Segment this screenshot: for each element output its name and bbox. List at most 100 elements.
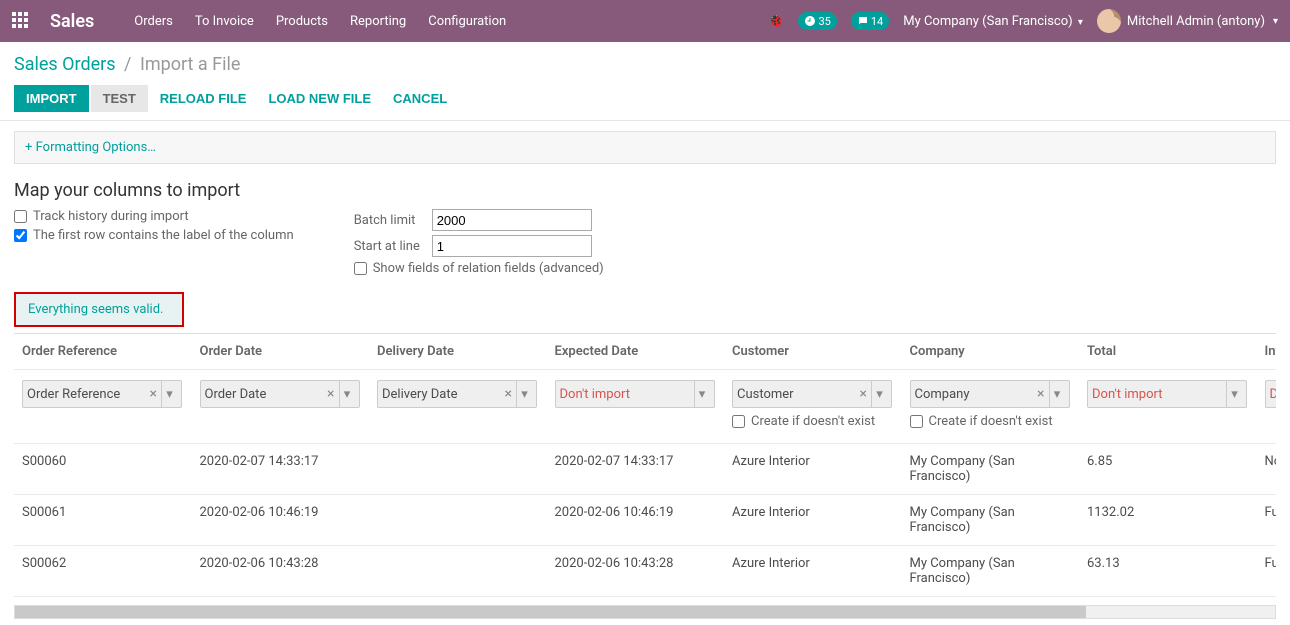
validation-message: Everything seems valid. bbox=[28, 302, 163, 317]
column-header: Company bbox=[902, 334, 1080, 370]
company-switcher[interactable]: My Company (San Francisco) ▾ bbox=[903, 14, 1083, 29]
table-row: S000612020-02-06 10:46:192020-02-06 10:4… bbox=[14, 495, 1276, 546]
column-header: Customer bbox=[724, 334, 902, 370]
chevron-down-icon[interactable]: ▾ bbox=[1226, 381, 1242, 407]
user-name: Mitchell Admin (antony) bbox=[1127, 14, 1265, 29]
map-columns-title: Map your columns to import bbox=[14, 180, 1276, 201]
field-map-cell: Order Date× ▾ bbox=[192, 370, 370, 444]
field-map-cell: Company×▾Create if doesn't exist bbox=[902, 370, 1080, 444]
chevron-down-icon[interactable]: ▾ bbox=[1049, 381, 1065, 407]
debug-icon[interactable]: 🐞 bbox=[767, 13, 784, 29]
messaging-pill[interactable]: 14 bbox=[851, 12, 889, 30]
track-history-label: Track history during import bbox=[33, 209, 189, 224]
menu-configuration[interactable]: Configuration bbox=[428, 14, 506, 29]
horizontal-scrollbar[interactable] bbox=[14, 605, 1276, 619]
cancel-button[interactable]: Cancel bbox=[383, 85, 457, 112]
field-map-value: Order Date bbox=[205, 387, 324, 402]
table-cell: Azure Interior bbox=[724, 495, 902, 546]
table-cell: S00061 bbox=[14, 495, 192, 546]
clear-icon[interactable]: × bbox=[327, 386, 334, 402]
column-header: Delivery Date bbox=[369, 334, 547, 370]
table-cell: 6.85 bbox=[1079, 444, 1257, 495]
field-map-value: Don't import bbox=[1092, 387, 1222, 402]
show-fields-label: Show fields of relation fields (advanced… bbox=[373, 261, 604, 276]
nav-menu: Orders To Invoice Products Reporting Con… bbox=[134, 14, 506, 29]
create-if-missing-checkbox[interactable] bbox=[910, 415, 923, 428]
menu-orders[interactable]: Orders bbox=[134, 14, 173, 29]
clear-icon[interactable]: × bbox=[505, 386, 512, 402]
first-row-labels-label: The first row contains the label of the … bbox=[33, 228, 294, 243]
breadcrumb-current: Import a File bbox=[140, 54, 240, 75]
table-cell: 2020-02-07 14:33:17 bbox=[547, 444, 725, 495]
chevron-down-icon[interactable]: ▾ bbox=[516, 381, 532, 407]
table-cell: 1132.02 bbox=[1079, 495, 1257, 546]
field-map-select[interactable]: Don't import ▾ bbox=[555, 380, 715, 408]
start-at-line-input[interactable] bbox=[432, 235, 592, 257]
clear-icon[interactable]: × bbox=[150, 386, 157, 402]
table-cell: My Company (San Francisco) bbox=[902, 546, 1080, 597]
validation-status: Everything seems valid. bbox=[14, 292, 184, 327]
field-map-select[interactable]: Order Date× ▾ bbox=[200, 380, 360, 408]
field-map-value: Don't import bbox=[560, 387, 690, 402]
chevron-down-icon[interactable]: ▾ bbox=[161, 381, 177, 407]
table-cell bbox=[369, 495, 547, 546]
import-button[interactable]: Import bbox=[14, 85, 89, 112]
first-row-labels-checkbox[interactable] bbox=[14, 229, 27, 242]
column-header: Expected Date bbox=[547, 334, 725, 370]
table-cell: 2020-02-06 10:43:28 bbox=[192, 546, 370, 597]
batch-limit-input[interactable] bbox=[432, 209, 592, 231]
user-menu[interactable]: Mitchell Admin (antony) ▾ bbox=[1097, 9, 1278, 33]
field-map-value: Don't import bbox=[1270, 387, 1277, 402]
column-header: Invoice Status bbox=[1257, 334, 1277, 370]
chevron-down-icon[interactable]: ▾ bbox=[694, 381, 710, 407]
apps-icon[interactable] bbox=[12, 12, 30, 30]
avatar bbox=[1097, 9, 1121, 33]
show-fields-checkbox[interactable] bbox=[354, 262, 367, 275]
menu-reporting[interactable]: Reporting bbox=[350, 14, 406, 29]
load-new-file-button[interactable]: Load new file bbox=[258, 85, 381, 112]
action-buttons: Import Test Reload file Load new file Ca… bbox=[14, 85, 1276, 112]
field-map-cell: Customer×▾ Create if doesn't exist bbox=[724, 370, 902, 444]
create-if-missing-label: Create if doesn't exist bbox=[751, 414, 875, 429]
clock-icon bbox=[804, 15, 816, 27]
formatting-options-toggle[interactable]: + Formatting Options… bbox=[25, 140, 156, 155]
chevron-down-icon[interactable]: ▾ bbox=[339, 381, 355, 407]
field-map-select[interactable]: Delivery Date ×▾ bbox=[377, 380, 537, 408]
menu-to-invoice[interactable]: To Invoice bbox=[195, 14, 254, 29]
import-preview-table: Order ReferenceOrder DateDelivery DateEx… bbox=[14, 334, 1276, 597]
field-map-value: Order Reference bbox=[27, 387, 146, 402]
field-map-select[interactable]: Company×▾ bbox=[910, 380, 1070, 408]
field-map-cell: Don't import▾ bbox=[1257, 370, 1277, 444]
reload-file-button[interactable]: Reload file bbox=[150, 85, 257, 112]
clear-icon[interactable]: × bbox=[860, 386, 867, 402]
company-name: My Company (San Francisco) bbox=[903, 14, 1072, 29]
table-cell: My Company (San Francisco) bbox=[902, 444, 1080, 495]
track-history-checkbox[interactable] bbox=[14, 210, 27, 223]
menu-products[interactable]: Products bbox=[276, 14, 328, 29]
app-brand[interactable]: Sales bbox=[50, 11, 94, 32]
table-cell: My Company (San Francisco) bbox=[902, 495, 1080, 546]
table-cell: Azure Interior bbox=[724, 546, 902, 597]
chevron-down-icon[interactable]: ▾ bbox=[871, 381, 887, 407]
field-map-select[interactable]: Don't import ▾ bbox=[1087, 380, 1247, 408]
column-header: Order Reference bbox=[14, 334, 192, 370]
scrollbar-thumb[interactable] bbox=[15, 606, 1086, 618]
field-map-select[interactable]: Customer×▾ bbox=[732, 380, 892, 408]
create-if-missing-checkbox[interactable] bbox=[732, 415, 745, 428]
start-at-line-label: Start at line bbox=[354, 239, 424, 254]
field-map-cell: Order Reference ×▾ bbox=[14, 370, 192, 444]
breadcrumb-root[interactable]: Sales Orders bbox=[14, 54, 116, 75]
activity-pill[interactable]: 35 bbox=[798, 12, 836, 30]
create-if-missing-label: Create if doesn't exist bbox=[929, 414, 1053, 429]
clear-icon[interactable]: × bbox=[1037, 386, 1044, 402]
breadcrumb-separator: / bbox=[124, 54, 131, 75]
test-button[interactable]: Test bbox=[91, 85, 148, 112]
table-cell: S00060 bbox=[14, 444, 192, 495]
import-table-wrap: Order ReferenceOrder DateDelivery DateEx… bbox=[14, 333, 1276, 597]
field-map-select[interactable]: Order Reference ×▾ bbox=[22, 380, 182, 408]
field-map-select[interactable]: Don't import▾ bbox=[1265, 380, 1277, 408]
chevron-down-icon: ▾ bbox=[1273, 16, 1278, 27]
field-map-cell: Delivery Date ×▾ bbox=[369, 370, 547, 444]
field-map-value: Delivery Date bbox=[382, 387, 501, 402]
table-cell: Azure Interior bbox=[724, 444, 902, 495]
